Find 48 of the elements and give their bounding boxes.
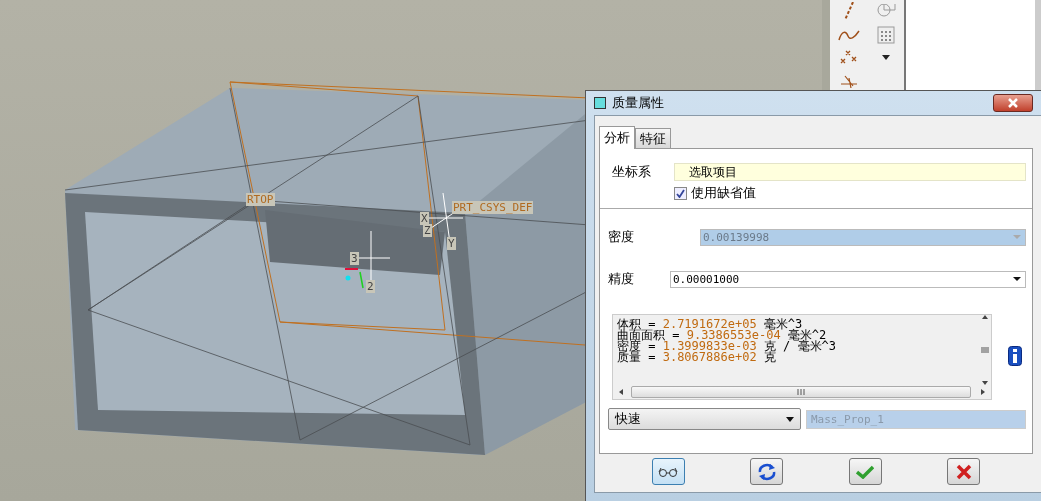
checkbox-label: 使用缺省值: [691, 184, 756, 202]
datum-label: RTOP: [246, 193, 275, 206]
grid-icon[interactable]: [876, 25, 895, 44]
scroll-down-arrow-icon[interactable]: [982, 381, 988, 385]
close-icon: [1007, 98, 1019, 108]
cross-icon: [955, 463, 972, 480]
glasses-icon: [657, 466, 680, 477]
method-dropdown[interactable]: 快速: [608, 408, 801, 430]
info-icon[interactable]: [1008, 346, 1022, 366]
field-label: 坐标系: [612, 163, 652, 181]
refresh-button[interactable]: [750, 458, 784, 485]
field-label: 密度: [608, 228, 635, 246]
result-line: 密度 = 1.3999833e-03 克 / 毫米^3: [617, 341, 837, 352]
scroll-thumb[interactable]: [631, 386, 971, 398]
window-icon: [594, 97, 606, 109]
axis-label: 3: [350, 252, 359, 265]
checkmark-icon: [856, 464, 875, 479]
result-line: 质量 = 3.8067886e+02 克: [617, 352, 777, 363]
vertical-scrollbar[interactable]: [979, 315, 991, 385]
scroll-up-arrow-icon[interactable]: [982, 315, 988, 319]
axis-icon[interactable]: [838, 73, 859, 88]
window-title: 质量属性: [612, 94, 664, 112]
scroll-left-arrow-icon[interactable]: [619, 389, 623, 395]
axis-label: Z: [423, 224, 432, 237]
ok-button[interactable]: [848, 458, 882, 485]
datum-label: PRT_CSYS_DEF: [452, 201, 534, 214]
dropdown-field[interactable]: 0.00001000: [670, 270, 1026, 288]
triad-drawing: [344, 230, 391, 289]
selection-field[interactable]: 选取项目: [674, 163, 1026, 181]
caret-icon: [786, 416, 794, 422]
points-icon[interactable]: [839, 49, 858, 66]
checkbox[interactable]: [674, 186, 687, 200]
preview-button[interactable]: [651, 458, 685, 485]
scroll-grip-icon: [797, 389, 805, 395]
axis-label: Y: [447, 237, 456, 250]
scroll-right-arrow-icon[interactable]: [981, 389, 985, 395]
field-label: 精度: [608, 270, 635, 288]
tab[interactable]: 分析: [599, 126, 635, 149]
tab[interactable]: 特征: [635, 128, 671, 148]
cancel-button[interactable]: [947, 458, 981, 485]
close-button[interactable]: [993, 94, 1033, 112]
caret-icon[interactable]: [881, 55, 890, 60]
axis-label: X: [420, 212, 429, 225]
curve-icon[interactable]: [837, 28, 860, 41]
dashed-line-icon[interactable]: [843, 1, 854, 22]
axis-label: 2: [366, 280, 375, 293]
refresh-icon: [756, 462, 777, 481]
scroll-grip-icon[interactable]: [981, 347, 989, 353]
